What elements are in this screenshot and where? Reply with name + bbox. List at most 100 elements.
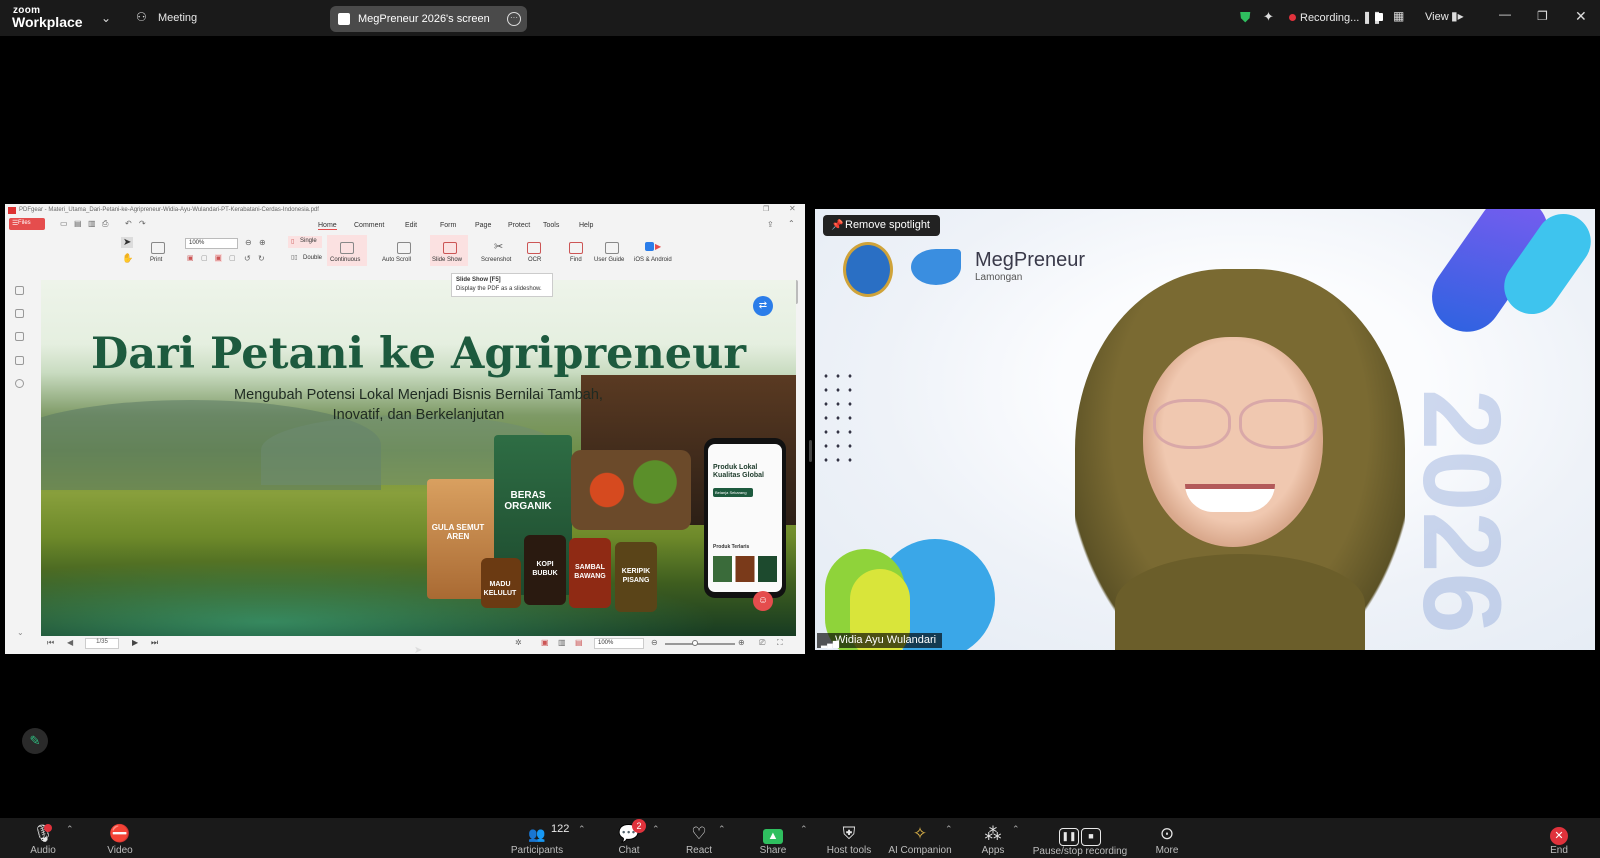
- translate-fab-icon[interactable]: ⇄: [753, 296, 773, 316]
- apps-button[interactable]: ⁂ Apps: [978, 818, 1008, 858]
- undo-icon[interactable]: ↶: [125, 219, 132, 228]
- more-options-icon[interactable]: ···: [507, 12, 521, 26]
- status-zoom-select[interactable]: 100%: [594, 638, 644, 649]
- more-label: More: [1155, 845, 1179, 856]
- audio-button[interactable]: 🎙 Audio: [24, 818, 62, 858]
- remove-spotlight-button[interactable]: 📌 Remove spotlight: [823, 215, 940, 236]
- menu-comment[interactable]: Comment: [354, 222, 384, 229]
- close-icon[interactable]: ✕: [1575, 8, 1587, 25]
- window-restore-icon[interactable]: ❐: [763, 205, 769, 213]
- audio-options-caret[interactable]: ⌃: [66, 824, 74, 835]
- double-page-icon: ▯▯: [291, 255, 298, 261]
- find-button[interactable]: Find: [570, 257, 582, 263]
- double-page-button[interactable]: Double: [303, 255, 322, 261]
- display-settings-icon[interactable]: ✲: [515, 638, 522, 647]
- signature-icon[interactable]: [15, 356, 24, 365]
- hand-tool-icon[interactable]: ✋: [122, 253, 133, 264]
- status-zoom-in-icon[interactable]: ⊕: [738, 638, 745, 647]
- share-export-icon[interactable]: ⇪: [767, 220, 774, 229]
- user-guide-button[interactable]: User Guide: [594, 257, 624, 263]
- menu-protect[interactable]: Protect: [508, 222, 530, 229]
- share-button[interactable]: ▲ Share: [755, 818, 791, 858]
- annotate-pencil-icon[interactable]: ✎: [22, 728, 48, 754]
- first-page-icon[interactable]: ⏮: [47, 638, 54, 648]
- panel-collapse-icon[interactable]: ⌄: [17, 628, 24, 637]
- stop-icon[interactable]: [1375, 13, 1383, 21]
- print-button[interactable]: Print: [150, 257, 162, 263]
- menu-form[interactable]: Form: [440, 222, 456, 229]
- window-close-icon[interactable]: ✕: [789, 204, 796, 213]
- thumbnails-icon[interactable]: [15, 309, 24, 318]
- double-view-icon[interactable]: ▥: [558, 638, 566, 647]
- page-number-input[interactable]: 1/35: [85, 638, 119, 649]
- save-as-icon[interactable]: ▥: [88, 219, 96, 228]
- comments-icon[interactable]: [15, 332, 24, 341]
- share-options-caret[interactable]: ⌃: [800, 824, 808, 835]
- screenshot-button[interactable]: Screenshot: [481, 257, 511, 263]
- menu-page[interactable]: Page: [475, 222, 491, 229]
- pause-stop-recording-button[interactable]: ❚❚ ■ Pause/stop recording: [1030, 818, 1130, 858]
- collapse-ribbon-icon[interactable]: ⌃: [788, 219, 795, 228]
- gallery-grid-icon[interactable]: ▦: [1393, 9, 1404, 23]
- split-resize-handle[interactable]: [809, 440, 812, 462]
- shared-screen-pill[interactable]: MegPreneur 2026's screen ···: [330, 6, 527, 32]
- end-meeting-button[interactable]: ✕ End: [1546, 818, 1572, 858]
- zoom-select[interactable]: 100%: [185, 238, 238, 249]
- menu-tools[interactable]: Tools: [543, 222, 559, 229]
- app-store-icon: [645, 242, 654, 251]
- react-button[interactable]: ♡ React: [681, 818, 717, 858]
- menu-edit[interactable]: Edit: [405, 222, 417, 229]
- chevron-down-icon[interactable]: ⌄: [101, 11, 111, 25]
- page-view-icon[interactable]: ▢: [229, 254, 236, 262]
- fit-width-icon[interactable]: ▣: [187, 254, 194, 262]
- redo-icon[interactable]: ↷: [139, 219, 146, 228]
- ai-assistant-fab-icon[interactable]: ☺: [753, 591, 773, 611]
- security-shield-icon[interactable]: ⛊: [1240, 9, 1251, 26]
- fit-page-icon[interactable]: ▢: [201, 254, 208, 262]
- ai-sparkle-icon[interactable]: ✦: [1263, 9, 1274, 25]
- bookmark-icon[interactable]: [15, 286, 24, 295]
- next-page-icon[interactable]: ▶: [132, 638, 138, 647]
- status-zoom-out-icon[interactable]: ⊖: [651, 638, 658, 647]
- meeting-label[interactable]: Meeting: [158, 12, 197, 24]
- ocr-button[interactable]: OCR: [528, 257, 541, 263]
- single-view-icon[interactable]: ▣: [541, 638, 549, 647]
- view-button[interactable]: View: [1425, 11, 1449, 23]
- apps-options-caret[interactable]: ⌃: [1012, 824, 1020, 835]
- react-options-caret[interactable]: ⌃: [718, 824, 726, 835]
- save-icon[interactable]: ▤: [74, 219, 82, 228]
- fullscreen-icon[interactable]: ⛶: [777, 638, 783, 648]
- open-file-icon[interactable]: ▭: [60, 219, 68, 228]
- recording-label[interactable]: Recording...: [1300, 12, 1359, 24]
- select-cursor-icon[interactable]: ➤: [121, 237, 134, 248]
- continuous-button[interactable]: Continuous: [330, 257, 360, 263]
- actual-size-icon[interactable]: ▣: [215, 254, 222, 262]
- prev-page-icon[interactable]: ◀: [67, 638, 73, 647]
- zoom-slider-thumb[interactable]: [692, 640, 698, 646]
- chat-options-caret[interactable]: ⌃: [652, 824, 660, 835]
- print-quick-icon[interactable]: ⎙: [102, 219, 108, 229]
- zoom-slider[interactable]: [665, 643, 735, 645]
- zoom-in-icon[interactable]: ⊕: [259, 238, 266, 247]
- top-bar: zoom Workplace ⌄ ⚇ Meeting MegPreneur 20…: [0, 0, 1600, 36]
- ai-companion-options-caret[interactable]: ⌃: [945, 824, 953, 835]
- ios-android-button[interactable]: iOS & Android: [634, 257, 672, 263]
- restore-icon[interactable]: ❐: [1537, 9, 1548, 23]
- more-button[interactable]: ⊙ More: [1152, 818, 1182, 858]
- video-button[interactable]: ⛔ Video: [100, 818, 140, 858]
- rotate-right-icon[interactable]: ↻: [258, 254, 265, 263]
- slide-show-button[interactable]: Slide Show: [432, 257, 462, 263]
- minimize-icon[interactable]: —: [1499, 7, 1511, 21]
- last-page-icon[interactable]: ⏭: [151, 638, 158, 648]
- rotate-left-icon[interactable]: ↺: [244, 254, 251, 263]
- label-kopi-bubuk: KOPI BUBUK: [532, 561, 558, 577]
- host-tools-button[interactable]: ⛨ Host tools: [823, 818, 875, 858]
- menu-home[interactable]: Home: [318, 222, 337, 230]
- zoom-out-icon[interactable]: ⊖: [245, 238, 252, 247]
- auto-scroll-button[interactable]: Auto Scroll: [382, 257, 411, 263]
- scroll-view-icon[interactable]: ▤: [575, 638, 583, 647]
- menu-help[interactable]: Help: [579, 222, 593, 229]
- presentation-icon[interactable]: ⎚: [759, 638, 765, 648]
- attachment-icon[interactable]: [15, 379, 24, 388]
- participants-options-caret[interactable]: ⌃: [578, 824, 586, 835]
